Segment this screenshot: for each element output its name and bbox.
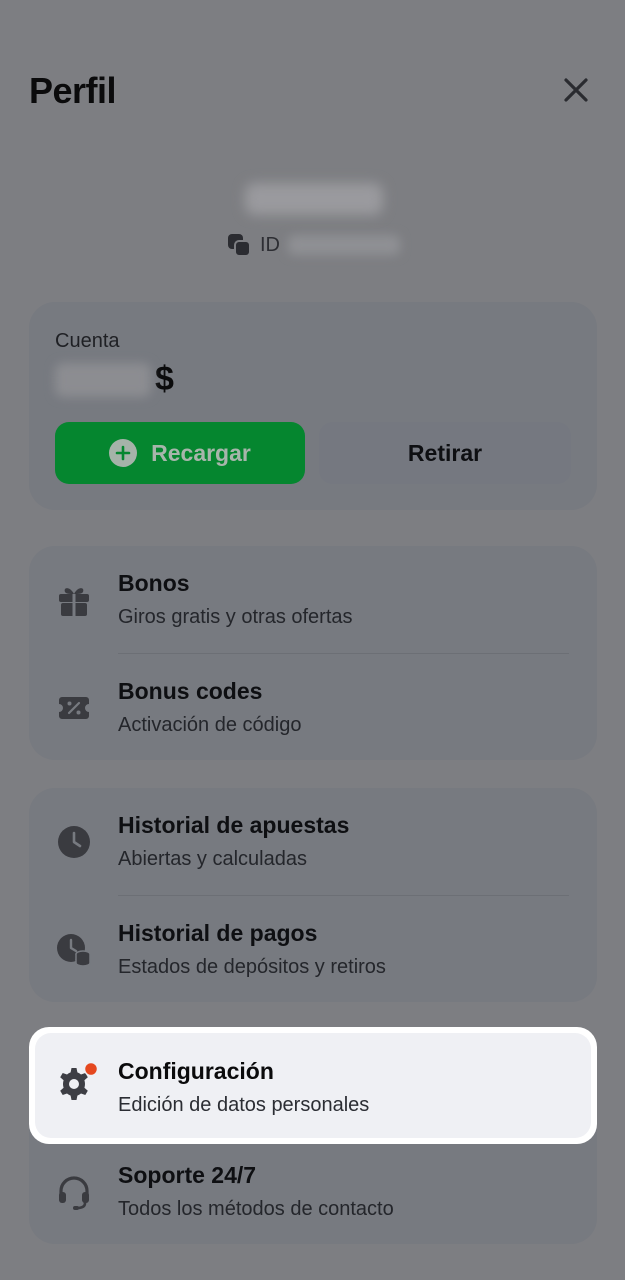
menu-subtitle: Todos los métodos de contacto	[118, 1198, 394, 1220]
page-title: Perfil	[29, 70, 117, 111]
bonuses-card: Bonos Giros gratis y otras ofertas Bonus…	[29, 546, 597, 760]
headset-icon	[59, 1176, 89, 1210]
menu-subtitle: Edición de datos personales	[118, 1094, 370, 1116]
close-icon	[564, 78, 588, 102]
user-id-row[interactable]: ID	[226, 232, 400, 258]
menu-item-support[interactable]: Soporte 24/7 Todos los métodos de contac…	[29, 1138, 597, 1244]
menu-subtitle: Activación de código	[118, 714, 302, 736]
menu-item-bonus-codes[interactable]: Bonus codes Activación de código	[29, 654, 597, 760]
id-label: ID	[260, 233, 280, 256]
menu-title: Bonos	[118, 570, 190, 596]
menu-subtitle: Abiertas y calculadas	[118, 848, 307, 870]
recharge-label: Recargar	[151, 439, 251, 466]
balance: $	[55, 360, 174, 399]
coupon-icon	[59, 697, 89, 719]
highlighted-settings-item: Configuración Edición de datos personale…	[29, 1027, 597, 1144]
menu-title: Historial de pagos	[118, 920, 318, 946]
copy-icon	[228, 234, 251, 257]
withdraw-button[interactable]: Retirar	[319, 422, 571, 484]
plus-icon	[109, 439, 138, 467]
menu-item-bonos[interactable]: Bonos Giros gratis y otras ofertas	[29, 546, 597, 652]
menu-item-bet-history[interactable]: Historial de apuestas Abiertas y calcula…	[29, 788, 597, 894]
menu-subtitle: Estados de depósitos y retiros	[118, 956, 386, 978]
menu-item-settings[interactable]: Configuración Edición de datos personale…	[29, 1032, 597, 1138]
menu-title: Configuración	[118, 1058, 274, 1084]
menu-title: Historial de apuestas	[118, 812, 350, 838]
payment-clock-icon	[57, 934, 91, 967]
recharge-button[interactable]: Recargar	[55, 422, 305, 484]
profile-page: Perfil ID Cuenta $ Recargar Retirar Bono…	[0, 0, 625, 1280]
balance-redacted	[55, 362, 151, 397]
menu-subtitle: Giros gratis y otras ofertas	[118, 606, 353, 628]
username-redacted	[245, 183, 383, 215]
account-card: Cuenta $ Recargar Retirar	[29, 302, 597, 510]
menu-item-payment-history[interactable]: Historial de pagos Estados de depósitos …	[29, 896, 597, 1002]
close-button[interactable]	[558, 72, 594, 108]
gift-icon	[59, 588, 89, 616]
user-id-redacted	[288, 235, 400, 255]
notification-dot	[83, 1061, 99, 1077]
account-label: Cuenta	[55, 330, 120, 352]
currency-symbol: $	[155, 360, 174, 398]
withdraw-label: Retirar	[407, 439, 483, 466]
menu-title: Bonus codes	[118, 678, 263, 704]
history-card: Historial de apuestas Abiertas y calcula…	[29, 788, 597, 1002]
clock-icon	[58, 826, 90, 858]
menu-title: Soporte 24/7	[118, 1162, 257, 1188]
